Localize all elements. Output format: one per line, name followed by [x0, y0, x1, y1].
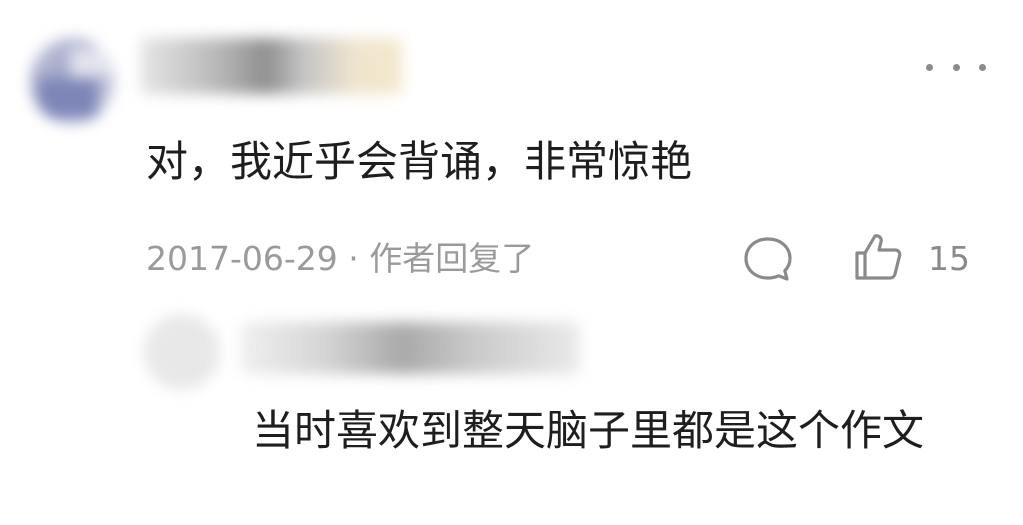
replier-avatar[interactable]	[144, 314, 220, 390]
like-icon[interactable]	[852, 231, 904, 283]
like-count: 15	[928, 239, 970, 278]
commenter-name-blurred[interactable]	[140, 38, 402, 94]
reply-icon[interactable]	[742, 234, 794, 284]
author-replied-label[interactable]: 作者回复了	[369, 239, 534, 278]
commenter-avatar[interactable]	[30, 38, 114, 124]
comment-date: 2017-06-29	[146, 239, 338, 278]
comment-meta: 2017-06-29 · 作者回复了	[146, 236, 534, 282]
more-options-icon[interactable]	[926, 56, 986, 78]
reply-text: 当时喜欢到整天脑子里都是这个作文	[252, 406, 925, 455]
replier-name-blurred[interactable]	[240, 322, 580, 374]
comment-text: 对，我近乎会背诵，非常惊艳	[146, 137, 693, 186]
meta-separator: ·	[337, 239, 370, 278]
